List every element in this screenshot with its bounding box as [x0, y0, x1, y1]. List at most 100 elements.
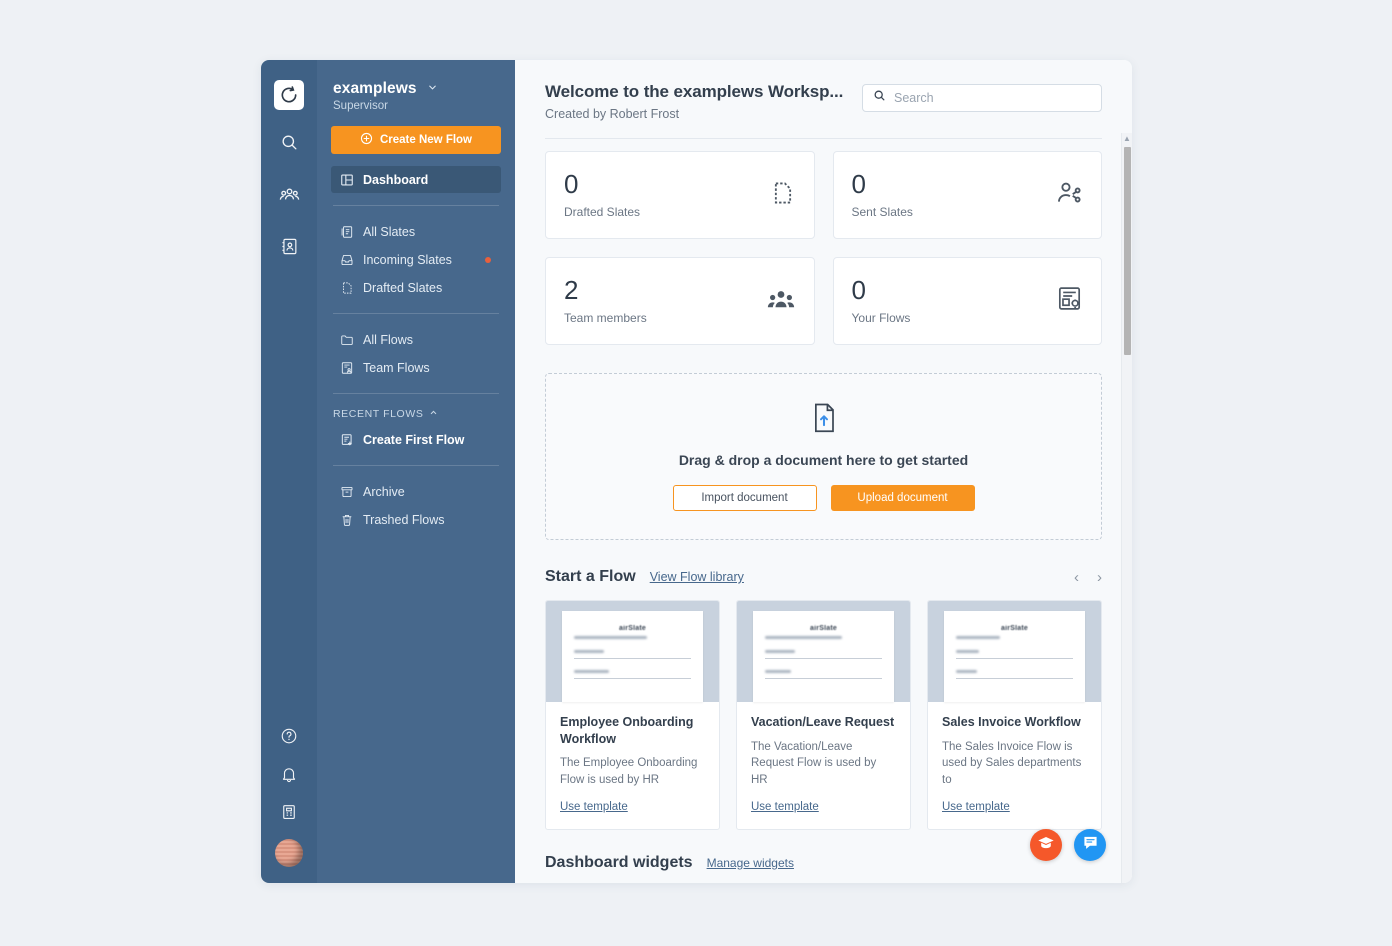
preview-rule — [574, 678, 691, 679]
sidebar-item-team-flows[interactable]: Team Flows — [331, 354, 501, 381]
inbox-icon — [339, 253, 354, 267]
sidebar-item-label: Trashed Flows — [363, 512, 445, 527]
preview-line — [956, 650, 980, 653]
page-subtitle: Created by Robert Frost — [545, 107, 680, 121]
team-flow-icon — [339, 361, 354, 375]
nav-divider — [333, 465, 499, 467]
chevron-up-icon[interactable] — [429, 408, 438, 420]
chat-fab[interactable] — [1074, 829, 1106, 861]
user-share-icon — [1055, 179, 1083, 212]
sidebar-item-label: Archive — [363, 484, 405, 499]
clipboard-icon[interactable] — [269, 793, 309, 831]
dropzone-title: Drag & drop a document here to get start… — [678, 451, 969, 468]
nav-group-slates: All Slates Incoming Slates Drafted Slate… — [331, 218, 501, 301]
sidebar-item-incoming-slates[interactable]: Incoming Slates — [331, 246, 501, 273]
workspace-header[interactable]: examplews Supervisor — [331, 60, 501, 112]
template-description: The Sales Invoice Flow is used by Sales … — [942, 740, 1082, 786]
refresh-logo[interactable] — [274, 80, 304, 110]
template-name: Sales Invoice Workflow — [942, 715, 1081, 729]
app-window: examplews Supervisor Create New Flow Das… — [261, 60, 1132, 883]
template-preview-page: airSlate — [753, 611, 894, 702]
stat-card-sent-slates[interactable]: 0 Sent Slates — [832, 151, 1102, 239]
preview-line — [574, 650, 605, 653]
manage-widgets-link[interactable]: Manage widgets — [707, 856, 794, 870]
section-title: Start a Flow — [545, 568, 636, 585]
learning-center-fab[interactable] — [1030, 829, 1062, 861]
scrollbar-thumb[interactable] — [1124, 147, 1131, 355]
floating-action-buttons — [1030, 829, 1106, 861]
template-card[interactable]: airSlate Employee Onboarding Workflow Th… — [545, 600, 720, 830]
use-template-link[interactable]: Use template — [751, 801, 819, 813]
template-body: Employee Onboarding Workflow The Employe… — [546, 702, 719, 829]
sidebar-item-label: All Flows — [363, 332, 414, 347]
search-icon — [873, 89, 886, 107]
sidebar-item-drafted-slates[interactable]: Drafted Slates — [331, 274, 501, 301]
sidebar-item-all-flows[interactable]: All Flows — [331, 326, 501, 353]
stat-label: Your Flows — [851, 311, 911, 325]
archive-icon — [339, 485, 354, 499]
carousel-next-icon[interactable]: › — [1097, 570, 1102, 585]
stat-text: 0 Drafted Slates — [564, 171, 640, 219]
template-description: The Vacation/Leave Request Flow is used … — [751, 740, 877, 786]
help-icon[interactable] — [269, 717, 309, 755]
chevron-down-icon[interactable] — [427, 80, 438, 98]
contacts-icon[interactable] — [269, 226, 309, 266]
use-template-link[interactable]: Use template — [942, 801, 1010, 813]
view-flow-library-link[interactable]: View Flow library — [650, 570, 744, 584]
sidebar-item-label: Drafted Slates — [363, 280, 443, 295]
search-icon[interactable] — [269, 122, 309, 162]
stat-label: Sent Slates — [851, 205, 913, 219]
dashboard-icon — [339, 173, 354, 187]
sidebar-item-trashed-flows[interactable]: Trashed Flows — [331, 506, 501, 533]
document-dropzone[interactable]: Drag & drop a document here to get start… — [545, 373, 1102, 540]
preview-rule — [765, 658, 882, 659]
people-group-icon — [766, 284, 796, 319]
workspace-name: examplews — [333, 80, 417, 97]
workspace-role: Supervisor — [333, 100, 388, 113]
avatar[interactable] — [275, 839, 303, 867]
sidebar-item-label: All Slates — [363, 224, 416, 239]
sidebar-item-label: Incoming Slates — [363, 252, 452, 267]
template-card[interactable]: airSlate Vacation/Leave Request The Vaca… — [736, 600, 911, 830]
preview-rule — [956, 678, 1073, 679]
preview-line — [574, 636, 647, 639]
template-name: Employee Onboarding Workflow — [560, 715, 694, 746]
start-a-flow-header: Start a Flow View Flow library ‹ › — [545, 568, 1102, 586]
template-body: Vacation/Leave Request The Vacation/Leav… — [737, 702, 910, 829]
template-preview-page: airSlate — [562, 611, 703, 702]
use-template-link[interactable]: Use template — [560, 801, 628, 813]
upload-document-button[interactable]: Upload document — [830, 484, 975, 511]
stat-card-team-members[interactable]: 2 Team members — [545, 257, 815, 345]
stat-value: 0 — [851, 275, 866, 305]
page-title: Welcome to the examplews Worksp... — [545, 82, 844, 101]
team-icon[interactable] — [269, 174, 309, 214]
create-new-flow-button[interactable]: Create New Flow — [331, 126, 501, 155]
nav-group-archive: Archive Trashed Flows — [331, 478, 501, 533]
nav-divider — [333, 205, 499, 207]
sidebar-item-create-first-flow[interactable]: Create First Flow — [331, 426, 501, 453]
nav-group-flows: All Flows Team Flows — [331, 326, 501, 381]
stat-label: Drafted Slates — [564, 205, 641, 219]
vertical-scrollbar[interactable]: ▲ — [1121, 133, 1132, 883]
sidebar-item-archive[interactable]: Archive — [331, 478, 501, 505]
document-upload-icon — [811, 403, 837, 438]
chat-bubble-icon — [1082, 834, 1099, 856]
bell-icon[interactable] — [269, 755, 309, 793]
scroll-up-arrow-icon[interactable]: ▲ — [1122, 133, 1132, 145]
import-document-button[interactable]: Import document — [672, 484, 817, 511]
stat-card-drafted-slates[interactable]: 0 Drafted Slates — [545, 151, 815, 239]
sidebar-item-dashboard[interactable]: Dashboard — [331, 166, 501, 194]
sidebar-item-all-slates[interactable]: All Slates — [331, 218, 501, 245]
search-box[interactable] — [862, 84, 1102, 112]
search-input[interactable] — [894, 91, 1091, 105]
recent-flows-group-header[interactable]: RECENT FLOWS — [331, 406, 501, 426]
stat-text: 2 Team members — [564, 277, 647, 325]
template-thumbnail: airSlate — [546, 601, 719, 702]
template-preview-page: airSlate — [944, 611, 1085, 702]
carousel-prev-icon[interactable]: ‹ — [1074, 570, 1079, 585]
stat-text: 0 Your Flows — [852, 277, 911, 325]
nav-divider — [333, 393, 499, 395]
template-card[interactable]: airSlate Sales Invoice Workflow The Sale… — [927, 600, 1102, 830]
stat-card-your-flows[interactable]: 0 Your Flows — [832, 257, 1102, 345]
preview-line — [765, 650, 796, 653]
